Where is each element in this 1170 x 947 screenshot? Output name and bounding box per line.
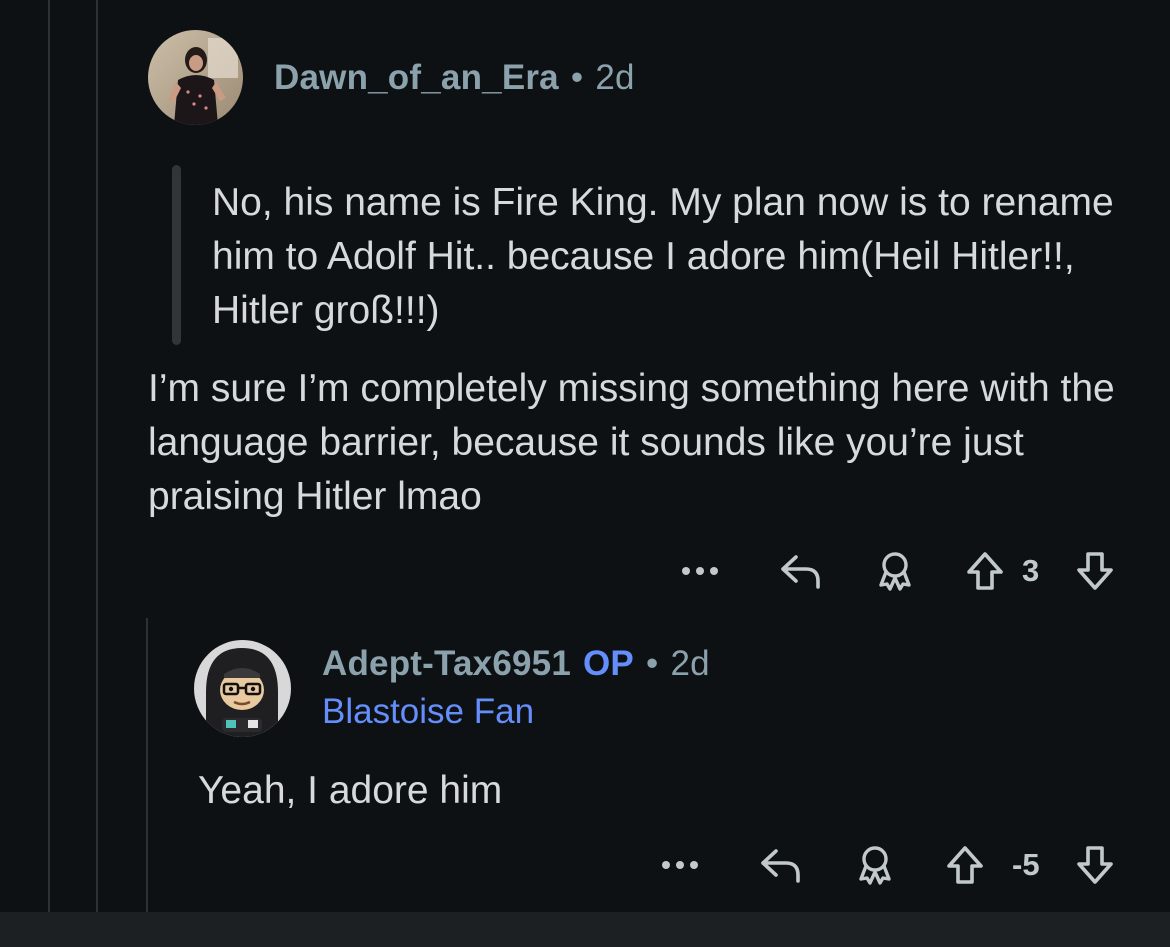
downvote-arrow-icon	[1077, 552, 1113, 590]
comment-meta: Dawn_of_an_Era • 2d	[274, 58, 635, 98]
avatar[interactable]	[194, 640, 291, 737]
downvote-arrow-icon	[1077, 846, 1113, 884]
vote-score: 3	[1022, 553, 1040, 588]
quoted-text: No, his name is Fire King. My plan now i…	[212, 181, 1114, 332]
award-icon	[879, 552, 911, 591]
upvote-button[interactable]	[940, 840, 990, 890]
comment-age: 2d	[595, 58, 635, 97]
reply-arrow-icon	[781, 555, 820, 589]
downvote-button[interactable]	[1070, 546, 1120, 596]
upvote-arrow-icon	[967, 552, 1003, 590]
meta-separator: •	[645, 644, 659, 683]
thread-line-level-2[interactable]	[96, 0, 98, 912]
reply-arrow-icon	[761, 849, 800, 883]
award-icon	[859, 846, 891, 885]
award-button[interactable]	[865, 546, 925, 596]
user-photo-avatar-image	[148, 30, 243, 125]
comment-actions: -5	[650, 840, 1130, 890]
reply-button[interactable]	[750, 840, 810, 890]
comment-actions: 3	[670, 546, 1130, 596]
comment-body: I’m sure I’m completely missing somethin…	[148, 367, 1115, 518]
thread-line-level-3[interactable]	[146, 618, 148, 912]
comment-meta: Adept-Tax6951 OP • 2d	[322, 644, 710, 684]
thread-line-level-1[interactable]	[48, 0, 50, 912]
reply-button[interactable]	[770, 546, 830, 596]
quote-bar	[172, 165, 181, 345]
username-link[interactable]: Dawn_of_an_Era	[274, 58, 559, 97]
more-options-button[interactable]	[670, 546, 730, 596]
downvote-button[interactable]	[1070, 840, 1120, 890]
upvote-button[interactable]	[960, 546, 1010, 596]
comment-age: 2d	[670, 644, 710, 683]
vote-score: -5	[1012, 847, 1040, 882]
comment-thread: Dawn_of_an_Era • 2d No, his name is Fire K…	[0, 0, 1170, 947]
bottom-bar	[0, 912, 1170, 947]
user-flair: Blastoise Fan	[322, 692, 535, 731]
more-dots-icon	[662, 861, 698, 869]
upvote-arrow-icon	[947, 846, 983, 884]
more-dots-icon	[682, 567, 718, 575]
meta-separator: •	[570, 58, 584, 97]
more-options-button[interactable]	[650, 840, 710, 890]
op-badge: OP	[582, 644, 634, 683]
snoo-avatar-image	[194, 640, 291, 737]
username-link[interactable]: Adept-Tax6951	[322, 644, 571, 683]
award-button[interactable]	[845, 840, 905, 890]
avatar[interactable]	[148, 30, 243, 125]
comment-body: Yeah, I adore him	[198, 769, 503, 812]
